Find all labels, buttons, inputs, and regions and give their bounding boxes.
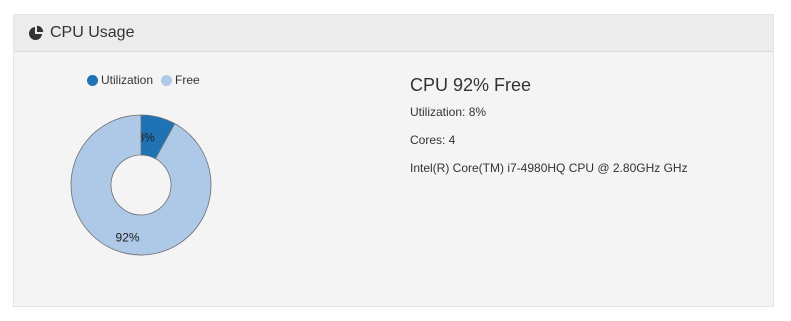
cores-text: Cores: 4 (410, 133, 456, 147)
legend-label-utilization: Utilization (101, 73, 154, 87)
cpu-donut-chart: Utilization Free 8% 92% (54, 65, 234, 275)
cpu-usage-panel: CPU Usage Utilization Free 8% 92% CPU 92%… (13, 14, 774, 307)
donut-label-free: 92% (116, 230, 140, 244)
donut-slice-free[interactable] (70, 114, 212, 256)
legend-label-free: Free (175, 73, 200, 87)
cpu-free-heading: CPU 92% Free (410, 75, 532, 95)
legend-swatch-utilization (87, 74, 98, 86)
cpu-info: CPU 92% Free Utilization: 8% Cores: 4 In… (410, 75, 688, 189)
chart-legend: Utilization Free (87, 73, 208, 87)
panel-title: CPU Usage (50, 24, 135, 41)
legend-item-utilization[interactable]: Utilization (87, 73, 153, 87)
processor-text: Intel(R) Core(TM) i7-4980HQ CPU @ 2.80GH… (410, 161, 688, 175)
panel-header: CPU Usage (14, 15, 773, 52)
utilization-text: Utilization: 8% (410, 105, 487, 119)
pie-chart-icon (28, 25, 44, 41)
legend-swatch-free (161, 74, 173, 86)
legend-item-free[interactable]: Free (161, 73, 200, 87)
donut-svg: 8%92% (70, 114, 212, 256)
